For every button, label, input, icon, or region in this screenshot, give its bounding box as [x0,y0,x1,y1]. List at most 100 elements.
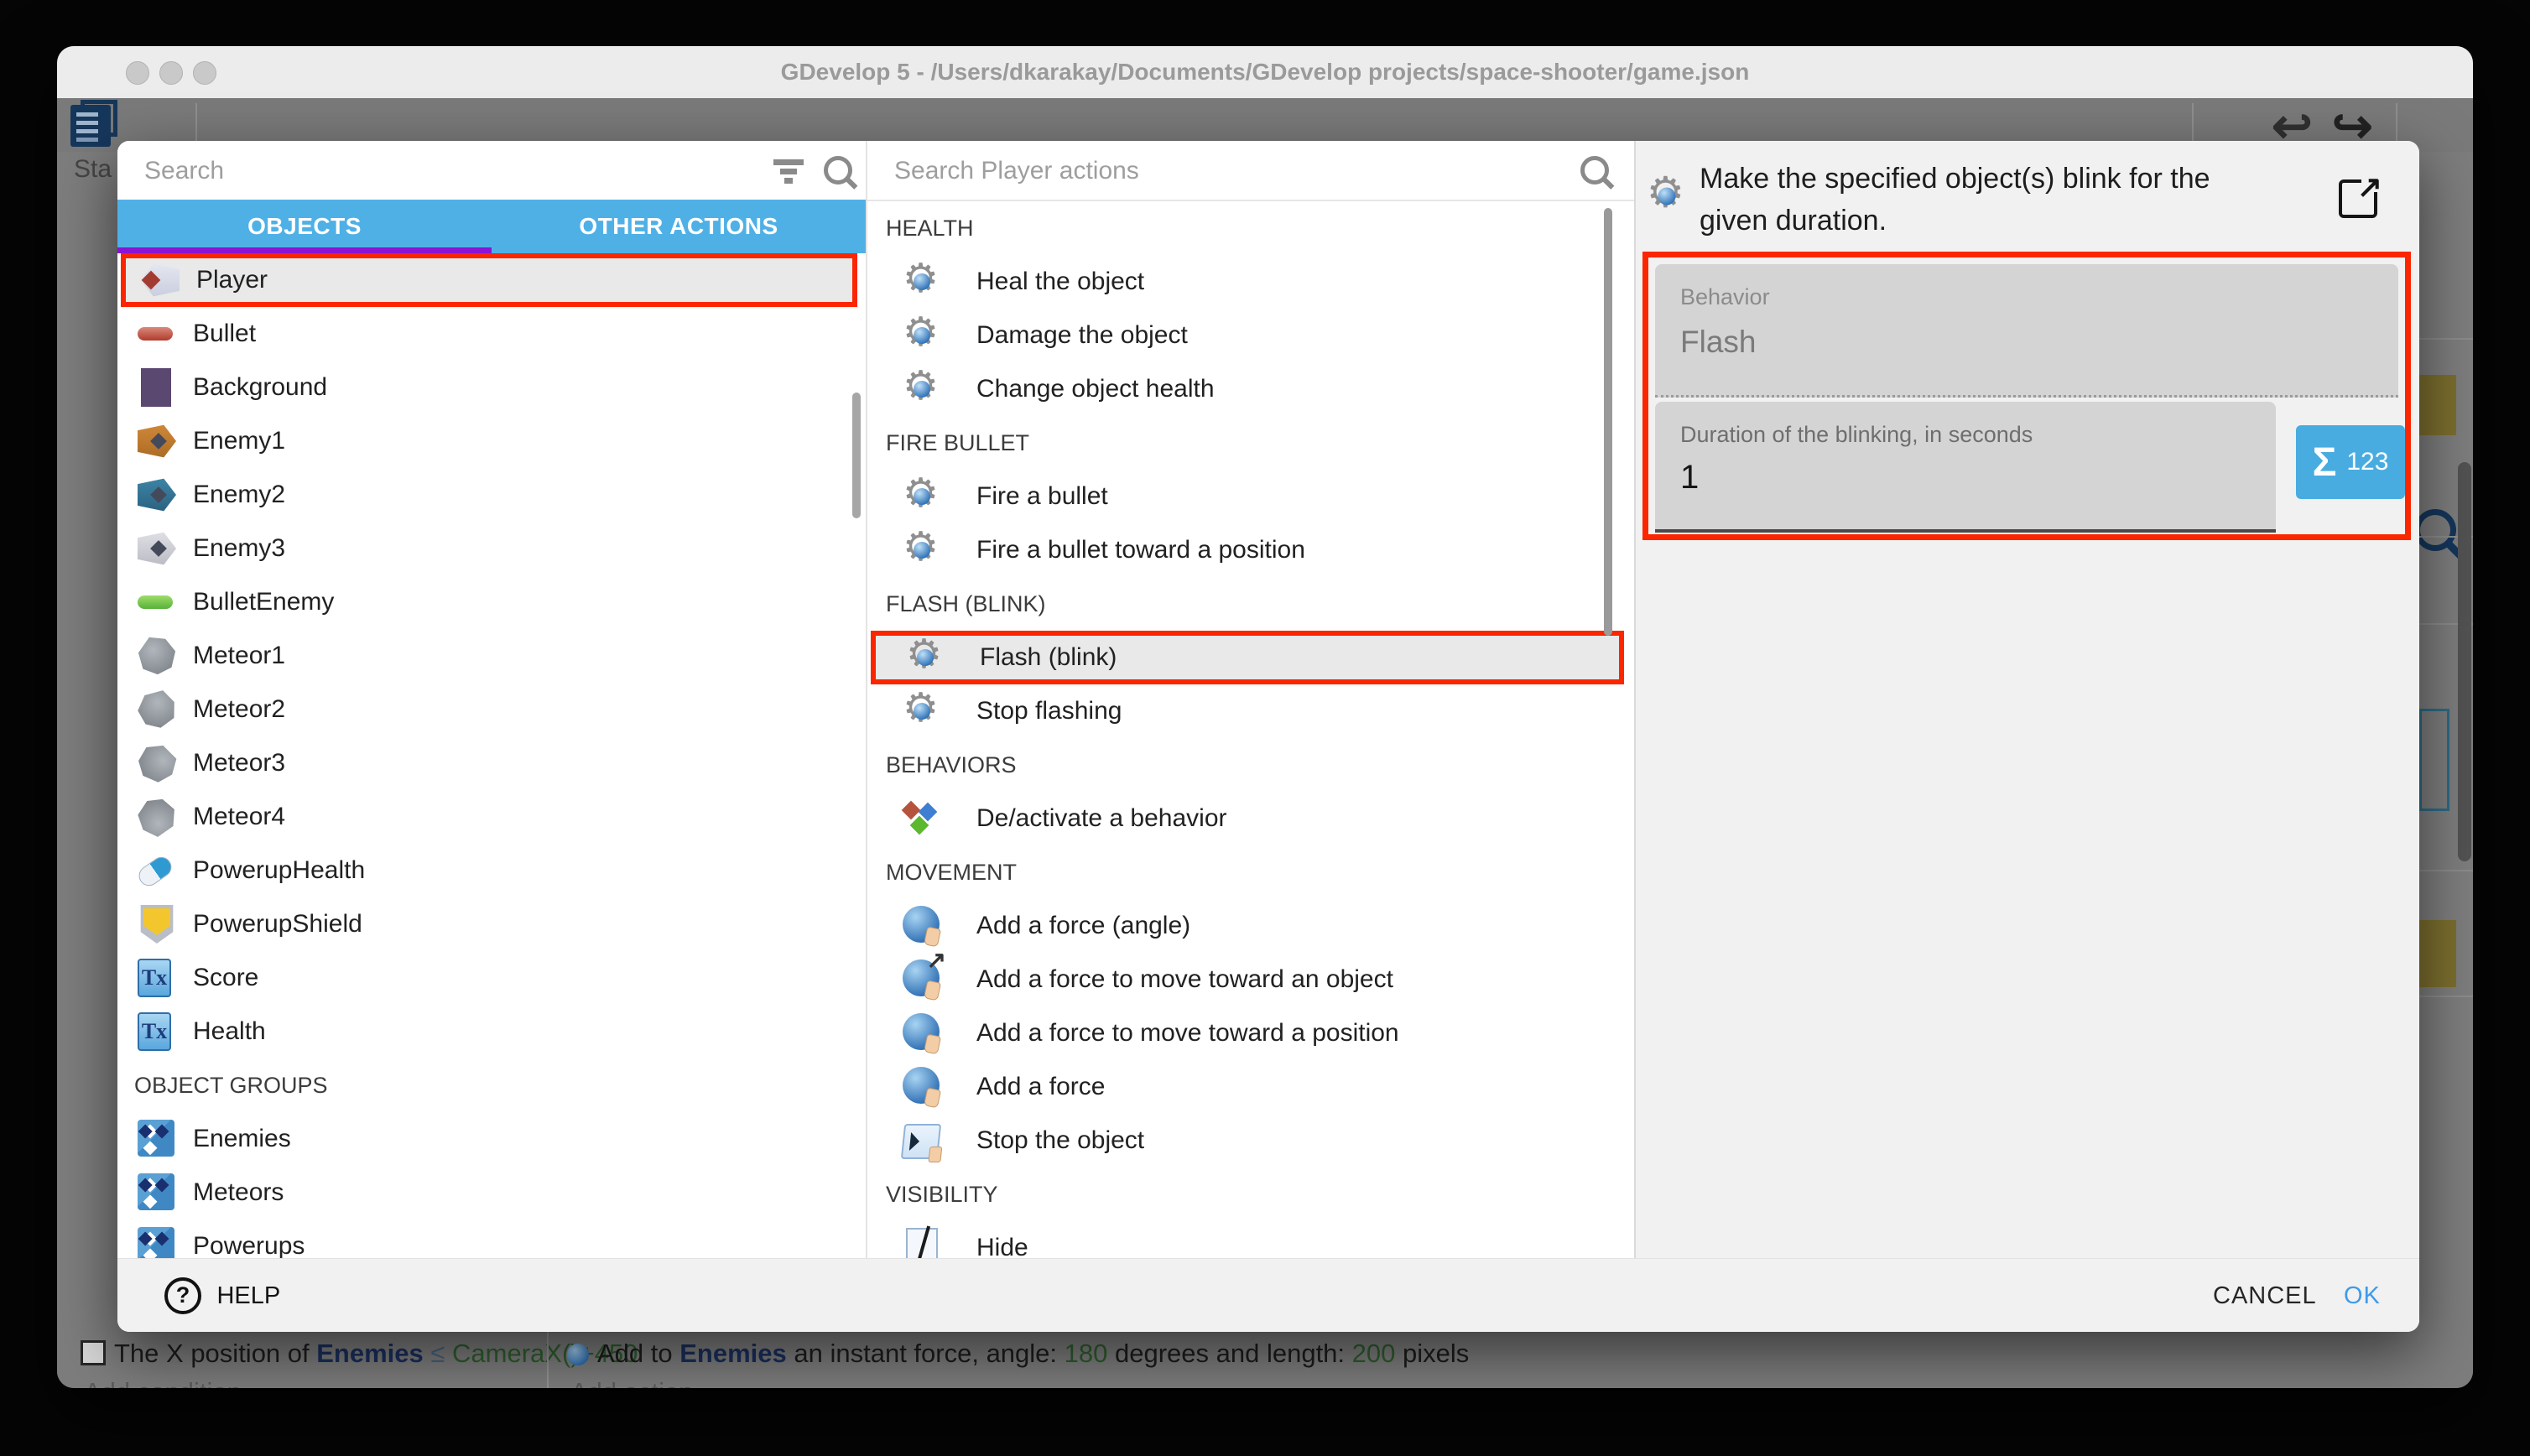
list-item[interactable]: Meteor4 [117,790,866,844]
action-label: Add a force [976,1060,1105,1114]
action-list: HEALTH Heal the object Damage the object… [867,200,1636,1258]
dialog-footer: HELP CANCEL OK [117,1258,2419,1332]
action-label: Stop flashing [976,684,1122,738]
meteor-icon [133,793,182,842]
action-label: Add a force to move toward a position [976,1006,1399,1060]
help-label: HELP [216,1282,280,1309]
action-item[interactable]: Add a force to move toward an object [867,953,1636,1006]
action-text: an instant [787,1339,914,1368]
object-list: Player Bullet Background Enemy1 Enemy2 [117,253,866,1258]
action-parameters-panel: Make the specified object(s) blink for t… [1634,141,2419,1258]
action-label: Damage the object [976,309,1188,362]
action-item[interactable]: Add a force [867,1060,1636,1114]
action-label: Fire a bullet [976,470,1108,523]
stop-object-icon [901,1124,941,1159]
ok-button[interactable]: OK [2344,1282,2381,1310]
group-name: Enemies [193,1112,291,1166]
action-object: Enemies [679,1339,787,1368]
list-item[interactable]: Meteor2 [117,683,866,736]
expression-button-label: 123 [2346,448,2388,476]
list-item[interactable]: Enemy2 [117,468,866,522]
duration-field-value: 1 [1680,459,1699,497]
action-label: Flash (blink) [980,636,1117,679]
action-item[interactable]: Add a force (angle) [867,899,1636,953]
list-item[interactable]: PowerupShield [117,897,866,951]
list-item[interactable]: Health [117,1005,866,1058]
event-sheet-scrollbar[interactable] [2458,462,2471,861]
action-item[interactable]: Change object health [867,362,1636,416]
action-item[interactable]: Hide [867,1221,1636,1258]
selected-event-outline [2419,709,2449,811]
red-bullet-icon [138,327,173,341]
list-item[interactable]: Enemy1 [117,414,866,468]
shield-icon [138,905,176,944]
project-manager-icon[interactable] [70,105,111,147]
list-item[interactable]: Bullet [117,307,866,361]
sigma-icon: Σ [2313,439,2337,486]
action-item[interactable]: Add a force to move toward a position [867,1006,1636,1060]
event-row-divider [2419,870,2473,871]
object-name: Bullet [193,307,256,361]
search-events-icon[interactable] [2414,509,2456,551]
action-item-flash-selected[interactable]: Flash (blink) [871,631,1624,684]
action-item[interactable]: Damage the object [867,309,1636,362]
action-value: 200 [1352,1339,1396,1368]
group-name: Powerups [193,1219,305,1258]
meteor-icon [130,683,185,737]
force-toward-object-icon [903,959,940,996]
object-search-row [117,141,866,201]
section-header: FIRE BULLET [886,416,1636,470]
action-item[interactable]: Fire a bullet toward a position [867,523,1636,577]
list-item[interactable]: Powerups [117,1219,866,1258]
expression-editor-button[interactable]: Σ 123 [2296,425,2405,499]
action-label: Hide [976,1221,1028,1258]
objects-panel: OBJECTS OTHER ACTIONS Player Bullet Back… [117,141,866,1258]
object-name: Enemy2 [193,468,285,522]
gear-action-icon [903,369,943,409]
force-action-icon [903,906,940,943]
event-block [2419,920,2456,987]
list-item[interactable]: Score [117,951,866,1005]
action-description: Make the specified object(s) blink for t… [1700,158,2278,242]
force-action-icon [567,1344,589,1365]
action-item[interactable]: Heal the object [867,255,1636,309]
behavior-field[interactable]: Behavior Flash [1655,264,2398,398]
action-item[interactable]: Stop flashing [867,684,1636,738]
add-action-link[interactable]: Add action [570,1377,694,1388]
list-item[interactable]: Enemies [117,1112,866,1166]
action-item[interactable]: Stop the object [867,1114,1636,1167]
object-name: Enemy1 [193,414,285,468]
duration-field[interactable]: Duration of the blinking, in seconds 1 [1655,402,2276,533]
list-item[interactable]: PowerupHealth [117,844,866,897]
text-object-icon [138,1012,171,1051]
titlebar: GDevelop 5 - /Users/dkarakay/Documents/G… [57,46,2473,98]
blue-enemy-ship-icon [138,476,176,514]
help-button[interactable]: HELP [164,1277,280,1314]
open-in-new-icon[interactable] [2339,179,2377,218]
filter-icon[interactable] [773,159,804,165]
action-item[interactable]: Fire a bullet [867,470,1636,523]
object-name: Background [193,361,327,414]
cancel-button[interactable]: CANCEL [2213,1282,2317,1310]
list-item[interactable]: BulletEnemy [117,575,866,629]
list-item[interactable]: Meteors [117,1166,866,1219]
object-search-input[interactable] [143,149,669,193]
event-row-divider [2419,996,2473,997]
tab-other-actions[interactable]: OTHER ACTIONS [492,200,866,253]
list-item-player[interactable]: Player [121,253,857,307]
list-item[interactable]: Background [117,361,866,414]
action-list-scrollbar[interactable] [1604,208,1612,636]
object-list-scrollbar[interactable] [852,393,861,518]
action-search-input[interactable] [893,149,1434,193]
condition-action-divider [547,1332,549,1388]
object-name: Health [193,1005,266,1058]
action-value: 180 [1065,1339,1108,1368]
list-item[interactable]: Enemy3 [117,522,866,575]
tab-objects[interactable]: OBJECTS [117,200,492,253]
list-item[interactable]: Meteor3 [117,736,866,790]
action-search-row [867,141,1636,201]
list-item[interactable]: Meteor1 [117,629,866,683]
action-item[interactable]: De/activate a behavior [867,792,1636,845]
section-header: BEHAVIORS [886,738,1636,792]
add-condition-link[interactable]: Add condition [84,1377,242,1388]
